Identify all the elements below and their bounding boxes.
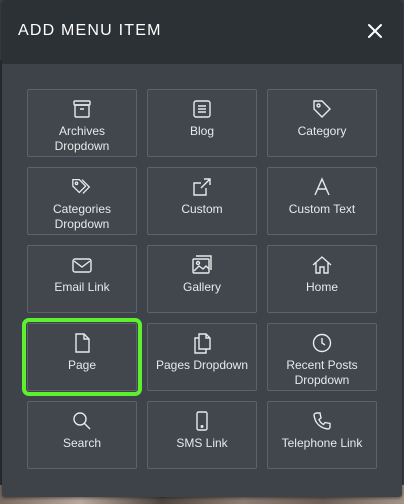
images-icon [192,255,212,274]
mobile-phone-icon [196,411,208,431]
menu-item-label: Email Link [54,280,110,294]
menu-item-pages-dropdown[interactable]: Pages Dropdown [147,323,257,391]
menu-item-archives-dropdown[interactable]: Archives Dropdown [27,89,137,157]
letter-a-icon [314,177,330,196]
menu-item-custom-text[interactable]: Custom Text [267,167,377,235]
menu-item-search[interactable]: Search [27,401,137,469]
menu-item-label: Gallery [182,280,221,294]
menu-item-label: Archives Dropdown [54,124,110,153]
menu-item-label: Categories Dropdown [52,202,112,231]
menu-item-categories-dropdown[interactable]: Categories Dropdown [27,167,137,235]
menu-item-label: Blog [189,124,215,138]
home-icon [312,256,332,274]
menu-item-label: Pages Dropdown [155,358,249,372]
menu-item-custom[interactable]: Custom [147,167,257,235]
modal-header: ADD MENU ITEM [2,0,402,64]
document-icon [75,333,90,353]
archive-icon [73,100,91,118]
external-link-icon [193,178,211,196]
tag-icon [313,100,331,118]
menu-item-telephone-link[interactable]: Telephone Link [267,401,377,469]
search-icon [73,412,91,430]
menu-item-home[interactable]: Home [267,245,377,313]
menu-item-label: Recent Posts Dropdown [286,358,358,387]
tags-icon [72,179,91,194]
menu-item-email-link[interactable]: Email Link [27,245,137,313]
clock-icon [312,333,332,353]
menu-item-label: Custom [181,202,223,216]
menu-item-gallery[interactable]: Gallery [147,245,257,313]
envelope-icon [72,258,92,273]
menu-item-label: Custom Text [288,202,356,216]
add-menu-item-modal: ADD MENU ITEM Archives Dropdown Blog Cat… [2,0,402,497]
menu-item-recent-posts-dropdown[interactable]: Recent Posts Dropdown [267,323,377,391]
menu-item-blog[interactable]: Blog [147,89,257,157]
menu-item-label: Search [62,436,102,450]
modal-title: ADD MENU ITEM [18,22,162,39]
menu-item-label: Category [297,124,347,138]
menu-item-label: Page [67,358,97,372]
telephone-icon [313,412,331,430]
menu-item-label: SMS Link [176,436,228,450]
menu-item-sms-link[interactable]: SMS Link [147,401,257,469]
menu-item-category[interactable]: Category [267,89,377,157]
menu-item-page[interactable]: Page [22,318,142,396]
menu-item-label: Home [305,280,338,294]
menu-item-label: Telephone Link [281,436,363,450]
close-icon[interactable] [366,22,384,40]
list-icon [193,100,211,118]
documents-icon [194,333,211,354]
menu-item-grid: Archives Dropdown Blog Category Categori… [22,89,377,469]
